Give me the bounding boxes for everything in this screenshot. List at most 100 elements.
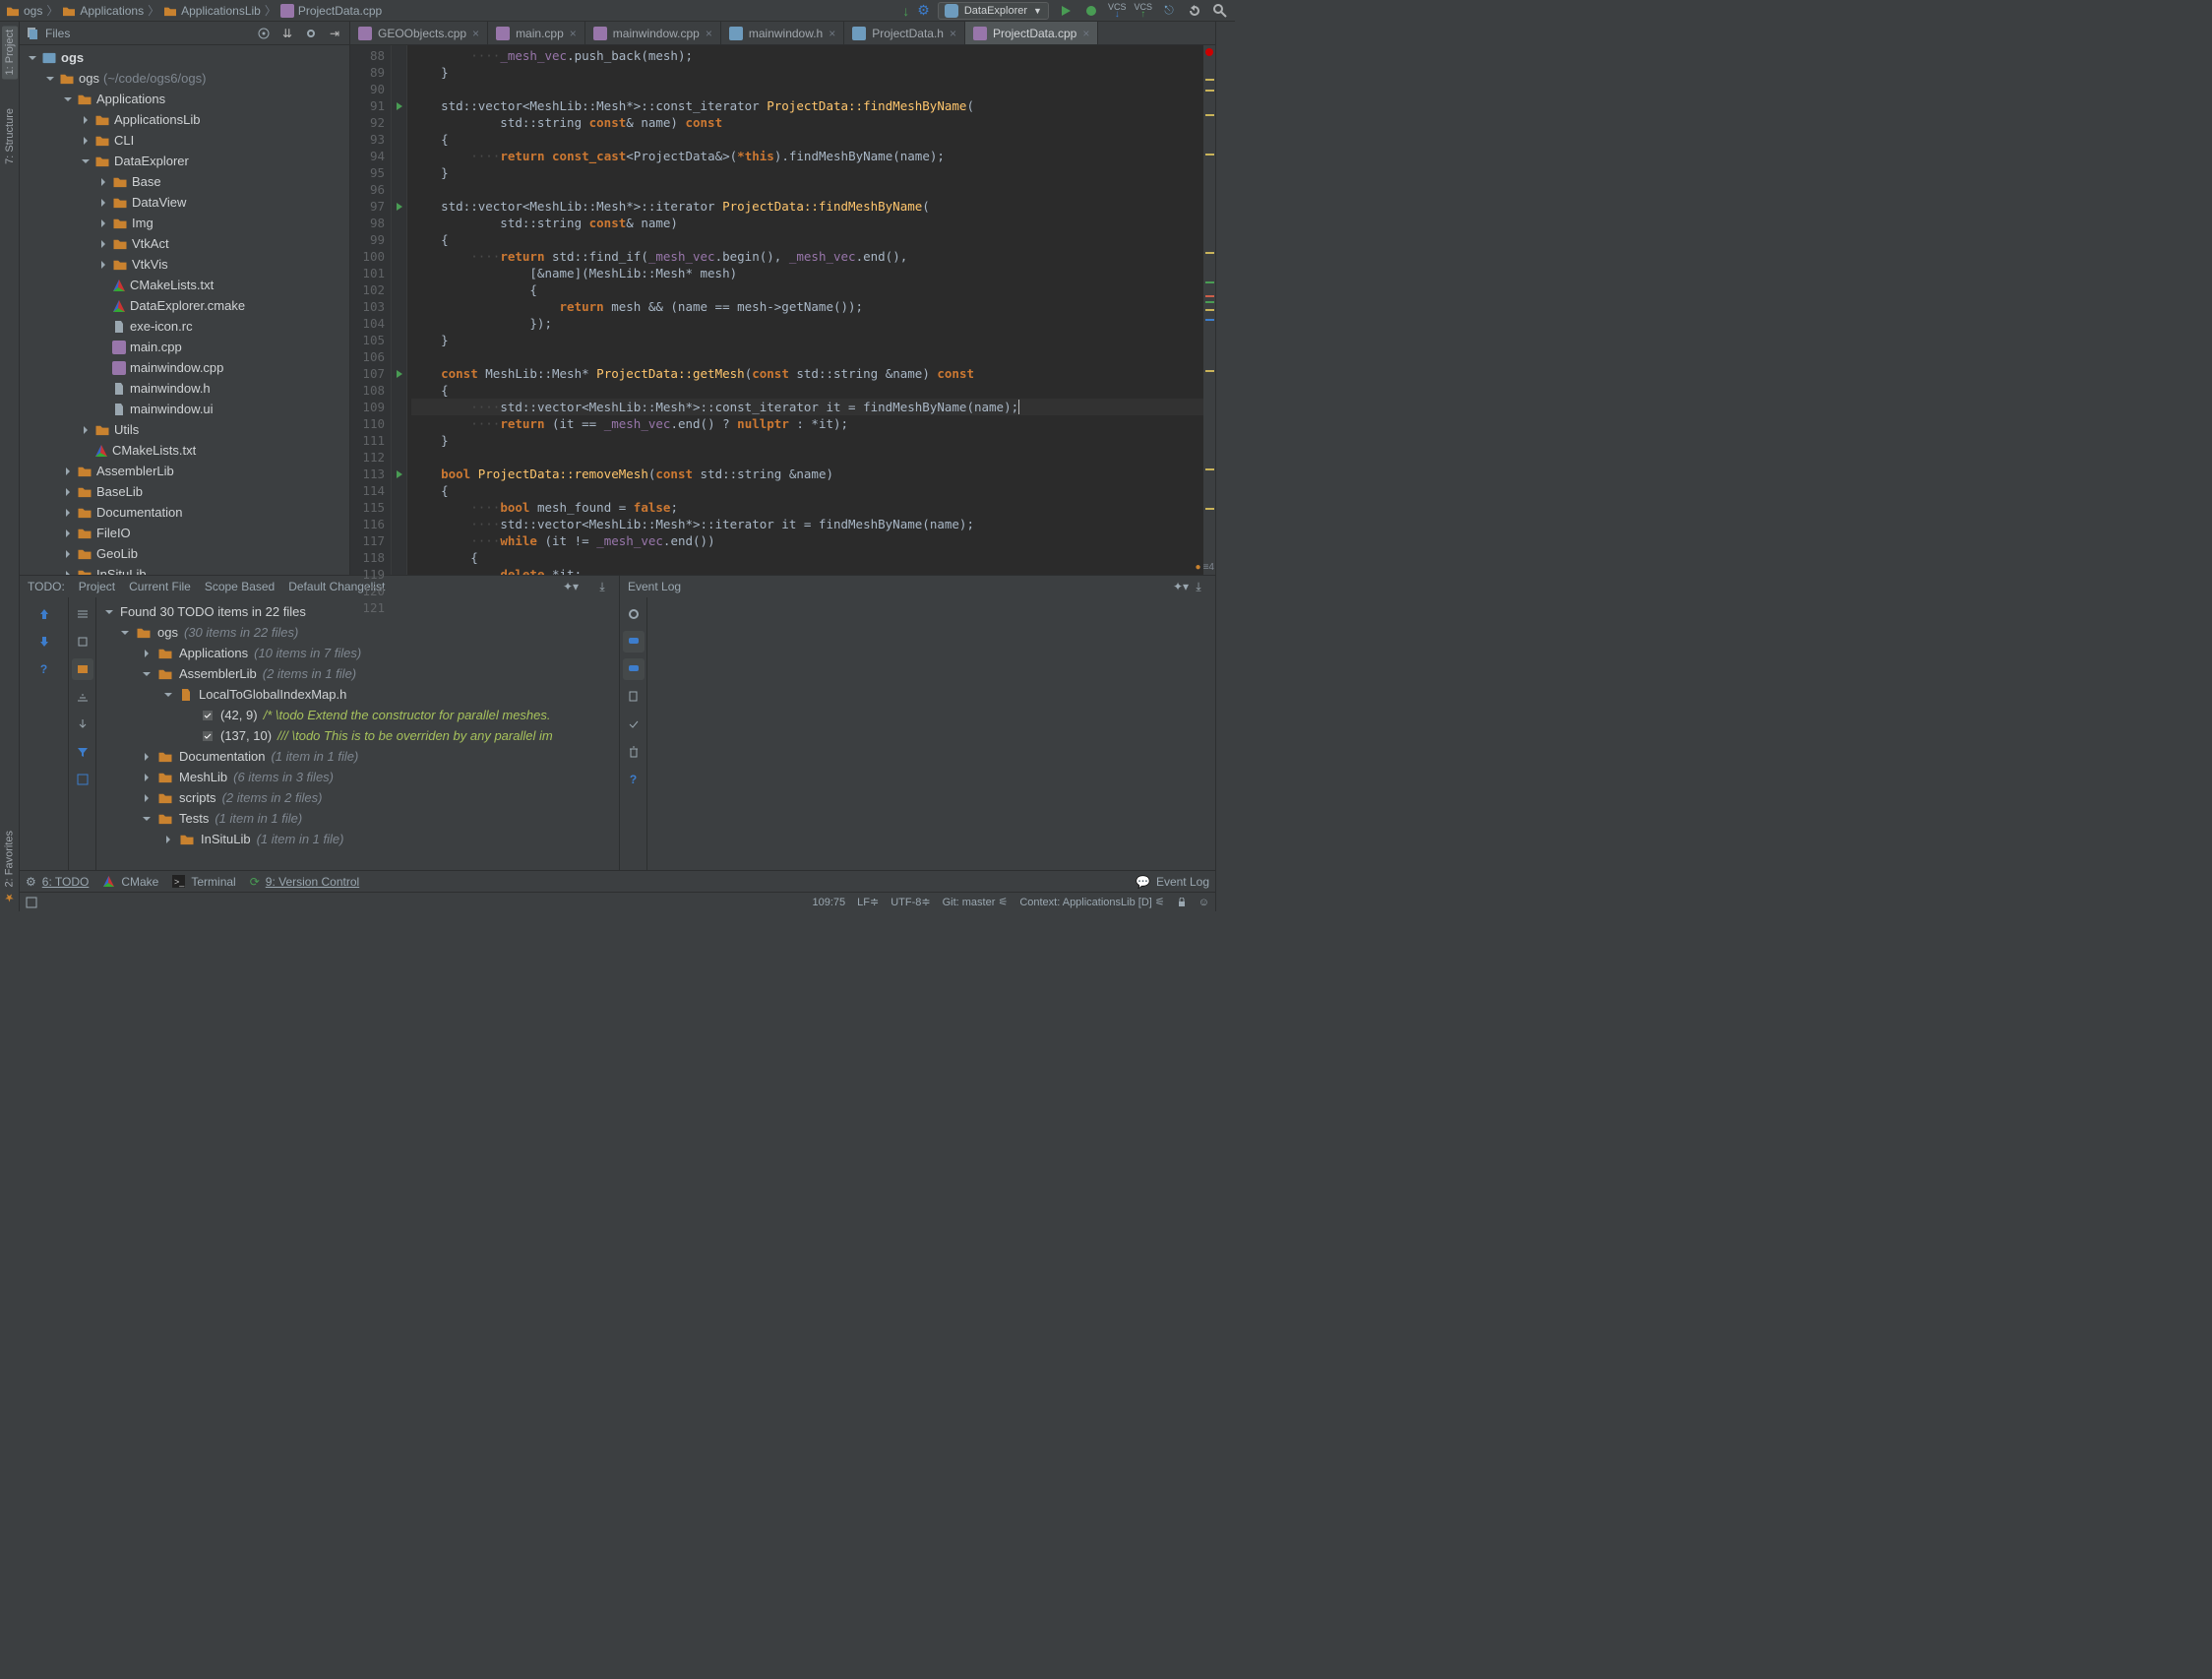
tree-node[interactable]: mainwindow.ui: [20, 399, 349, 419]
tree-node[interactable]: Img: [20, 213, 349, 233]
close-icon[interactable]: ×: [472, 27, 479, 40]
tree-node[interactable]: FileIO: [20, 523, 349, 543]
tree-node[interactable]: VtkAct: [20, 233, 349, 254]
breadcrumb-item[interactable]: ogs: [6, 4, 42, 18]
tree-node[interactable]: AssemblerLib: [20, 461, 349, 481]
balloon2-icon[interactable]: [623, 658, 645, 680]
todo-item[interactable]: Tests (1 item in 1 file): [100, 808, 615, 829]
cmake-tool-button[interactable]: CMake: [102, 875, 158, 889]
locate-icon[interactable]: [255, 25, 273, 42]
line-separator[interactable]: LF≑: [857, 896, 879, 908]
todo-tab-current[interactable]: Current File: [129, 580, 191, 593]
tree-node[interactable]: BaseLib: [20, 481, 349, 502]
todo-item[interactable]: (137, 10) /// \todo This is to be overri…: [100, 725, 615, 746]
hide-icon[interactable]: ⤓: [1190, 578, 1207, 595]
todo-tool-button[interactable]: ⚙6: TODO: [26, 875, 89, 889]
editor-tab[interactable]: ProjectData.h×: [844, 22, 965, 44]
run-button[interactable]: [1057, 2, 1075, 20]
tree-node[interactable]: exe-icon.rc: [20, 316, 349, 337]
close-icon[interactable]: ×: [706, 27, 712, 40]
group-package-icon[interactable]: [72, 686, 93, 708]
tree-node[interactable]: ogs: [20, 47, 349, 68]
todo-tab-project[interactable]: Project: [79, 580, 115, 593]
code-area[interactable]: ····_mesh_vec.push_back(mesh); } std::ve…: [407, 45, 1215, 575]
context[interactable]: Context: ApplicationsLib [D] ⚟: [1019, 896, 1164, 908]
tree-node[interactable]: mainwindow.h: [20, 378, 349, 399]
breadcrumb-item[interactable]: ApplicationsLib: [163, 4, 261, 18]
search-button[interactable]: [1211, 2, 1229, 20]
collapse-icon[interactable]: [72, 631, 93, 653]
tree-node[interactable]: CLI: [20, 130, 349, 151]
autoscroll-icon[interactable]: [72, 714, 93, 735]
debug-button[interactable]: [1082, 2, 1100, 20]
settings-icon[interactable]: [623, 603, 645, 625]
todo-item[interactable]: ogs (30 items in 22 files): [100, 622, 615, 643]
todo-item[interactable]: Documentation (1 item in 1 file): [100, 746, 615, 767]
preview-icon[interactable]: [72, 769, 93, 790]
lock-icon[interactable]: [1177, 898, 1187, 907]
tree-node[interactable]: InSituLib: [20, 564, 349, 575]
editor-tab[interactable]: ProjectData.cpp×: [965, 22, 1098, 44]
trash-icon[interactable]: [623, 741, 645, 763]
close-icon[interactable]: ×: [829, 27, 835, 40]
todo-item[interactable]: (42, 9) /* \todo Extend the constructor …: [100, 705, 615, 725]
project-tool-button[interactable]: 1: Project: [2, 26, 18, 79]
todo-item[interactable]: InSituLib (1 item in 1 file): [100, 829, 615, 849]
event-log-tool-button[interactable]: 💬Event Log: [1136, 875, 1209, 889]
tree-node[interactable]: DataExplorer.cmake: [20, 295, 349, 316]
tree-node[interactable]: DataExplorer: [20, 151, 349, 171]
tree-node[interactable]: GeoLib: [20, 543, 349, 564]
todo-item[interactable]: AssemblerLib (2 items in 1 file): [100, 663, 615, 684]
copy-icon[interactable]: [623, 686, 645, 708]
balloon-icon[interactable]: [623, 631, 645, 653]
tree-node[interactable]: main.cpp: [20, 337, 349, 357]
expand-icon[interactable]: [72, 603, 93, 625]
breadcrumb-item[interactable]: Applications: [62, 4, 144, 18]
close-icon[interactable]: ×: [570, 27, 577, 40]
tree-node[interactable]: DataView: [20, 192, 349, 213]
breadcrumb-item[interactable]: ProjectData.cpp: [280, 4, 382, 18]
error-stripe[interactable]: ●≡4: [1203, 45, 1215, 575]
run-config-selector[interactable]: DataExplorer ▼: [938, 2, 1049, 20]
group-module-icon[interactable]: [72, 658, 93, 680]
vcs-commit-icon[interactable]: VCS↑: [1134, 4, 1152, 18]
close-icon[interactable]: ×: [950, 27, 956, 40]
window-icon[interactable]: [26, 897, 37, 908]
favorites-tool-button[interactable]: ★2: Favorites: [3, 831, 16, 903]
tree-node[interactable]: Documentation: [20, 502, 349, 523]
code-editor[interactable]: 8889909192939495969798991001011021031041…: [350, 45, 1215, 575]
collapse-icon[interactable]: ⇊: [278, 25, 296, 42]
editor-tab[interactable]: mainwindow.h×: [721, 22, 844, 44]
arrow-down-icon[interactable]: [33, 631, 55, 653]
terminal-tool-button[interactable]: >_Terminal: [172, 875, 235, 889]
tree-node[interactable]: Utils: [20, 419, 349, 440]
todo-item[interactable]: MeshLib (6 items in 3 files): [100, 767, 615, 787]
tree-node[interactable]: mainwindow.cpp: [20, 357, 349, 378]
tree-node[interactable]: VtkVis: [20, 254, 349, 275]
help-icon[interactable]: ?: [33, 658, 55, 680]
tree-node[interactable]: ogs (~/code/ogs6/ogs): [20, 68, 349, 89]
settings-icon[interactable]: ⎋: [1160, 2, 1178, 20]
todo-item[interactable]: scripts (2 items in 2 files): [100, 787, 615, 808]
tree-node[interactable]: CMakeLists.txt: [20, 440, 349, 461]
tree-node[interactable]: ApplicationsLib: [20, 109, 349, 130]
editor-tab[interactable]: GEOObjects.cpp×: [350, 22, 488, 44]
project-tree[interactable]: ogsogs (~/code/ogs6/ogs)ApplicationsAppl…: [20, 45, 350, 575]
todo-item[interactable]: Applications (10 items in 7 files): [100, 643, 615, 663]
editor-tab[interactable]: mainwindow.cpp×: [585, 22, 721, 44]
hide-icon[interactable]: ⤓: [593, 578, 611, 595]
structure-tool-button[interactable]: 7: Structure: [4, 108, 16, 164]
mark-read-icon[interactable]: [623, 714, 645, 735]
gear-icon[interactable]: ✦▾: [562, 578, 580, 595]
arrow-up-icon[interactable]: [33, 603, 55, 625]
close-icon[interactable]: ×: [1082, 27, 1089, 40]
tree-node[interactable]: Base: [20, 171, 349, 192]
hide-icon[interactable]: ⇥: [326, 25, 343, 42]
undo-button[interactable]: [1186, 2, 1203, 20]
vcs-tool-button[interactable]: ⟳9: Version Control: [250, 875, 359, 889]
vcs-up-icon[interactable]: ↓: [902, 3, 909, 19]
caret-position[interactable]: 109:75: [812, 897, 845, 908]
todo-tab-scope[interactable]: Scope Based: [205, 580, 275, 593]
file-encoding[interactable]: UTF-8≑: [891, 896, 930, 908]
gear-icon[interactable]: ✦▾: [1172, 578, 1190, 595]
